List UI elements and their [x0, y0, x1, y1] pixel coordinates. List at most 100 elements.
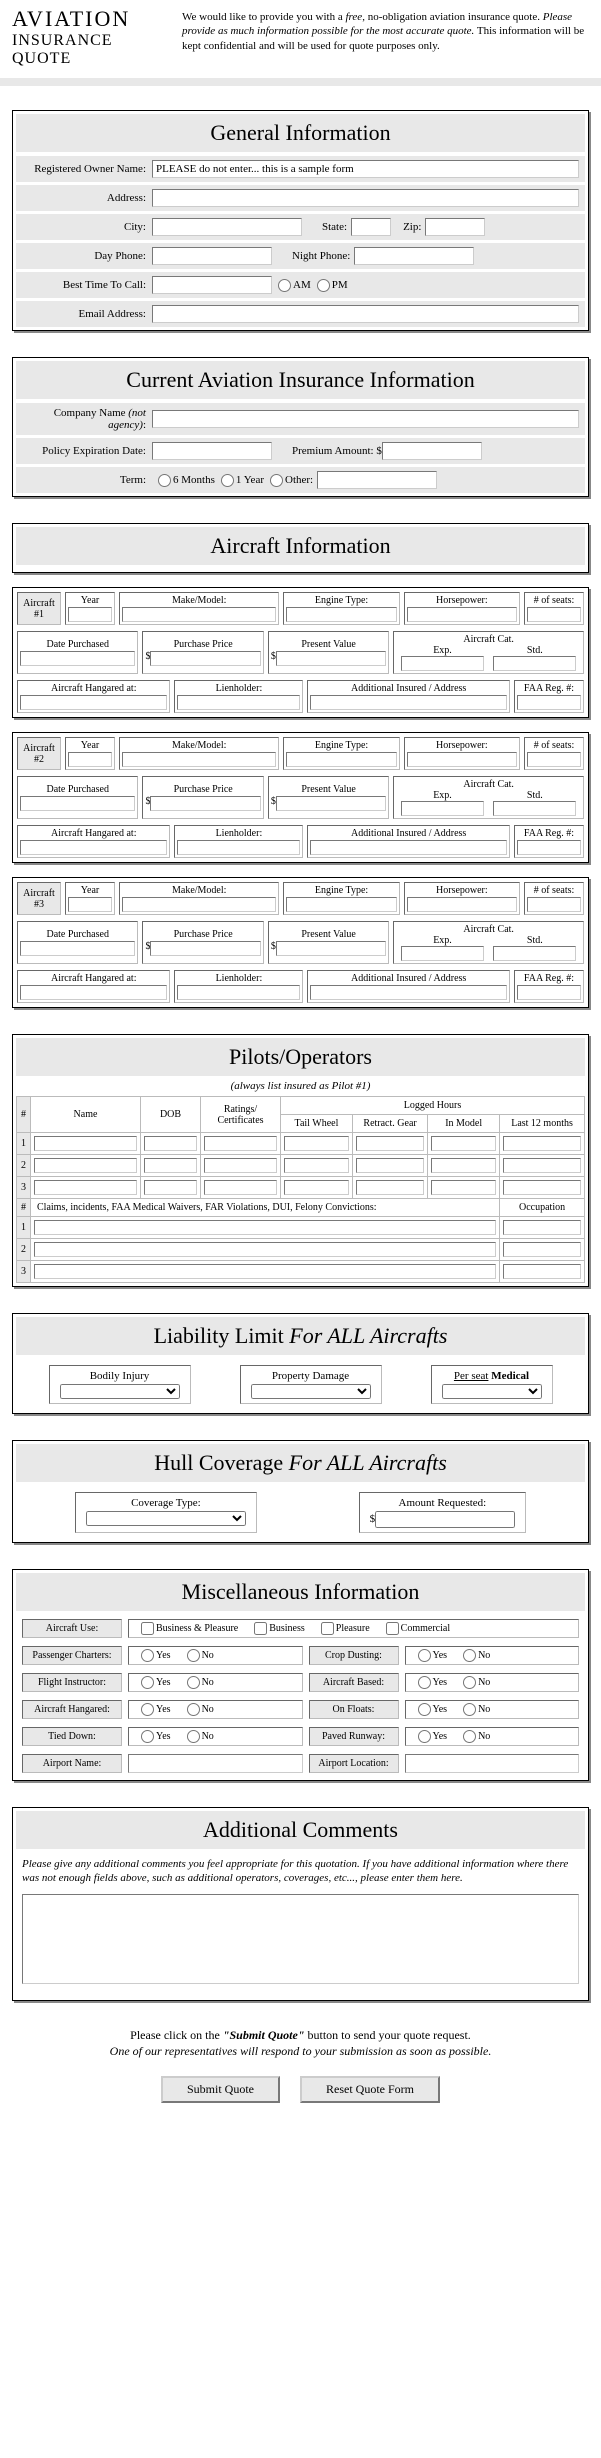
- pilot-tail-input[interactable]: [284, 1136, 349, 1151]
- pilot-claims-input[interactable]: [34, 1242, 496, 1257]
- pilot-last12-input[interactable]: [503, 1158, 581, 1173]
- year-input[interactable]: [68, 897, 112, 912]
- airport-loc-input[interactable]: [405, 1754, 580, 1773]
- pilot-claims-input[interactable]: [34, 1220, 496, 1235]
- tied-no[interactable]: No: [181, 1730, 214, 1743]
- purchased-input[interactable]: [20, 651, 135, 666]
- property-damage-select[interactable]: [251, 1384, 371, 1399]
- bodily-injury-select[interactable]: [60, 1384, 180, 1399]
- reset-button[interactable]: Reset Quote Form: [300, 2076, 440, 2103]
- pilot-dob-input[interactable]: [144, 1158, 197, 1173]
- amount-input[interactable]: [375, 1511, 515, 1528]
- state-input[interactable]: [351, 218, 391, 236]
- value-input[interactable]: [276, 796, 386, 811]
- purchased-input[interactable]: [20, 796, 135, 811]
- pilot-last12-input[interactable]: [503, 1136, 581, 1151]
- pilot-tail-input[interactable]: [284, 1180, 349, 1195]
- pilot-retract-input[interactable]: [356, 1136, 424, 1151]
- engine-input[interactable]: [286, 897, 396, 912]
- addins-input[interactable]: [310, 840, 507, 855]
- pilot-dob-input[interactable]: [144, 1180, 197, 1195]
- dayphone-input[interactable]: [152, 247, 272, 265]
- pilot-tail-input[interactable]: [284, 1158, 349, 1173]
- make-input[interactable]: [122, 752, 276, 767]
- paved-no[interactable]: No: [457, 1730, 490, 1743]
- owner-input[interactable]: [152, 160, 579, 178]
- floats-yes[interactable]: Yes: [412, 1703, 448, 1716]
- use-c[interactable]: Commercial: [380, 1622, 450, 1635]
- price-input[interactable]: [150, 941, 260, 956]
- coverage-type-select[interactable]: [86, 1511, 246, 1526]
- based-yes[interactable]: Yes: [412, 1676, 448, 1689]
- pilot-ratings-input[interactable]: [204, 1158, 277, 1173]
- based-no[interactable]: No: [457, 1676, 490, 1689]
- addins-input[interactable]: [310, 695, 507, 710]
- pilot-claims-input[interactable]: [34, 1264, 496, 1279]
- pilot-occ-input[interactable]: [503, 1220, 581, 1235]
- pilot-inmodel-input[interactable]: [431, 1158, 496, 1173]
- hangared-input[interactable]: [20, 695, 167, 710]
- term-other-input[interactable]: [317, 471, 437, 489]
- value-input[interactable]: [276, 651, 386, 666]
- city-input[interactable]: [152, 218, 302, 236]
- comments-textarea[interactable]: [22, 1894, 579, 1984]
- use-b[interactable]: Business: [248, 1622, 305, 1635]
- instr-yes[interactable]: Yes: [135, 1676, 171, 1689]
- make-input[interactable]: [122, 607, 276, 622]
- pilot-dob-input[interactable]: [144, 1136, 197, 1151]
- engine-input[interactable]: [286, 607, 396, 622]
- company-input[interactable]: [152, 410, 579, 428]
- price-input[interactable]: [150, 796, 260, 811]
- std-input[interactable]: [493, 801, 576, 816]
- hangared-input[interactable]: [20, 985, 167, 1000]
- make-input[interactable]: [122, 897, 276, 912]
- pilot-ratings-input[interactable]: [204, 1136, 277, 1151]
- charter-no[interactable]: No: [181, 1649, 214, 1662]
- faa-input[interactable]: [517, 840, 581, 855]
- crop-yes[interactable]: Yes: [412, 1649, 448, 1662]
- term-6months[interactable]: 6 Months: [152, 474, 215, 487]
- faa-input[interactable]: [517, 695, 581, 710]
- policy-input[interactable]: [152, 442, 272, 460]
- lien-input[interactable]: [177, 695, 300, 710]
- hp-input[interactable]: [407, 607, 517, 622]
- purchased-input[interactable]: [20, 941, 135, 956]
- pilot-occ-input[interactable]: [503, 1242, 581, 1257]
- crop-no[interactable]: No: [457, 1649, 490, 1662]
- email-input[interactable]: [152, 305, 579, 323]
- lien-input[interactable]: [177, 840, 300, 855]
- engine-input[interactable]: [286, 752, 396, 767]
- zip-input[interactable]: [425, 218, 485, 236]
- value-input[interactable]: [276, 941, 386, 956]
- pilot-name-input[interactable]: [34, 1158, 137, 1173]
- term-1year[interactable]: 1 Year: [215, 474, 264, 487]
- pilot-last12-input[interactable]: [503, 1180, 581, 1195]
- am-option[interactable]: AM: [272, 279, 311, 292]
- nightphone-input[interactable]: [354, 247, 474, 265]
- exp-input[interactable]: [401, 801, 484, 816]
- pilot-name-input[interactable]: [34, 1136, 137, 1151]
- pilot-inmodel-input[interactable]: [431, 1136, 496, 1151]
- floats-no[interactable]: No: [457, 1703, 490, 1716]
- pilot-occ-input[interactable]: [503, 1264, 581, 1279]
- hangared-input[interactable]: [20, 840, 167, 855]
- tied-yes[interactable]: Yes: [135, 1730, 171, 1743]
- premium-input[interactable]: [382, 442, 482, 460]
- hp-input[interactable]: [407, 752, 517, 767]
- faa-input[interactable]: [517, 985, 581, 1000]
- pilot-inmodel-input[interactable]: [431, 1180, 496, 1195]
- seats-input[interactable]: [527, 897, 581, 912]
- hang-yes[interactable]: Yes: [135, 1703, 171, 1716]
- year-input[interactable]: [68, 607, 112, 622]
- charter-yes[interactable]: Yes: [135, 1649, 171, 1662]
- year-input[interactable]: [68, 752, 112, 767]
- hang-no[interactable]: No: [181, 1703, 214, 1716]
- paved-yes[interactable]: Yes: [412, 1730, 448, 1743]
- seats-input[interactable]: [527, 752, 581, 767]
- pm-option[interactable]: PM: [311, 279, 348, 292]
- price-input[interactable]: [150, 651, 260, 666]
- submit-button[interactable]: Submit Quote: [161, 2076, 280, 2103]
- airport-name-input[interactable]: [128, 1754, 303, 1773]
- exp-input[interactable]: [401, 946, 484, 961]
- pilot-name-input[interactable]: [34, 1180, 137, 1195]
